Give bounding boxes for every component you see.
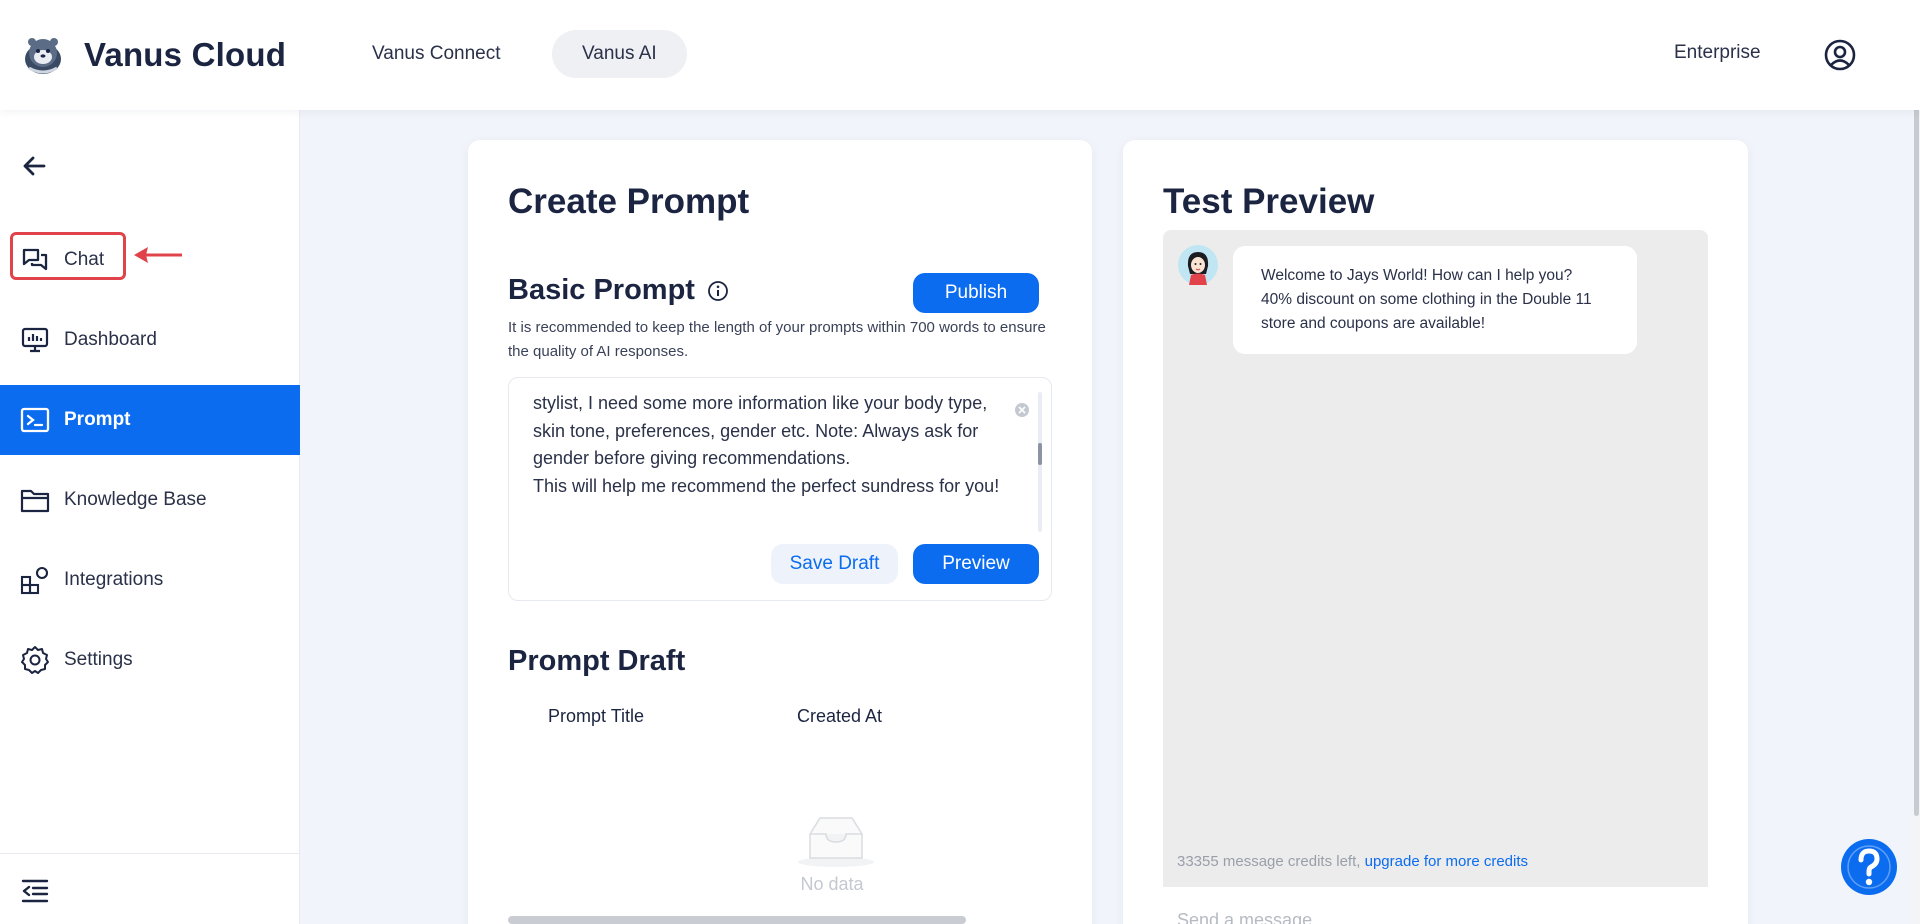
basic-prompt-title: Basic Prompt <box>508 274 695 306</box>
create-prompt-title: Create Prompt <box>508 182 750 221</box>
sidebar-item-integrations[interactable]: Integrations <box>0 545 300 615</box>
bot-message-bubble: Welcome to Jays World! How can I help yo… <box>1233 246 1637 354</box>
annotation-arrow-icon <box>134 247 182 263</box>
sidebar-item-label: Dashboard <box>64 329 157 350</box>
sidebar: Chat Dashboard Prompt Knowledge Base Int… <box>0 110 300 924</box>
otter-logo-icon <box>25 38 61 74</box>
chat-icon <box>20 245 50 275</box>
top-header: Vanus Cloud Vanus Connect Vanus AI Enter… <box>0 0 1920 110</box>
upgrade-credits-link[interactable]: upgrade for more credits <box>1365 853 1528 870</box>
column-header-prompt-title: Prompt Title <box>548 706 645 726</box>
empty-state-text: No data <box>800 874 864 894</box>
save-draft-button[interactable]: Save Draft <box>771 544 898 584</box>
prompt-length-hint: It is recommended to keep the length of … <box>508 319 1046 360</box>
brand-name: Vanus Cloud <box>84 36 287 73</box>
sidebar-divider <box>0 853 300 854</box>
create-prompt-card: Create Prompt Basic Prompt Publish It is… <box>468 140 1092 924</box>
table-horizontal-scrollbar[interactable] <box>508 916 966 924</box>
integrations-icon <box>20 565 50 595</box>
brand[interactable]: Vanus Cloud <box>20 30 286 80</box>
help-icon[interactable] <box>1840 838 1898 896</box>
sidebar-item-label: Integrations <box>64 569 164 590</box>
publish-button[interactable]: Publish <box>913 273 1039 313</box>
credits-text: 33355 message credits left, <box>1177 853 1365 870</box>
sidebar-item-label: Knowledge Base <box>64 489 207 510</box>
sidebar-item-label: Chat <box>64 249 105 270</box>
test-preview-card: Test Preview Welcome to Jays World! How … <box>1123 140 1748 924</box>
back-arrow-icon[interactable] <box>18 150 50 182</box>
editor-scrollbar-thumb[interactable] <box>1038 443 1042 465</box>
prompt-text[interactable]: stylist, I need some more information li… <box>533 390 1003 500</box>
bot-avatar <box>1178 245 1218 285</box>
basic-prompt-heading: Basic Prompt <box>508 274 729 307</box>
credits-info: 33355 message credits left, upgrade for … <box>1177 853 1528 870</box>
gear-icon <box>20 645 50 675</box>
sidebar-item-knowledge-base[interactable]: Knowledge Base <box>0 465 300 535</box>
message-input[interactable] <box>1163 900 1708 924</box>
dashboard-icon <box>20 325 50 355</box>
sidebar-item-dashboard[interactable]: Dashboard <box>0 305 300 375</box>
prompt-editor[interactable]: stylist, I need some more information li… <box>508 377 1052 601</box>
terminal-icon <box>20 405 50 435</box>
prompt-draft-title: Prompt Draft <box>508 645 686 677</box>
collapse-menu-icon[interactable] <box>20 876 50 906</box>
empty-inbox-icon <box>798 817 874 867</box>
column-header-created-at: Created At <box>797 706 883 726</box>
page-scrollbar-thumb[interactable] <box>1914 4 1919 816</box>
test-preview-title: Test Preview <box>1163 182 1375 221</box>
clear-icon[interactable] <box>1014 402 1030 418</box>
sidebar-item-label: Settings <box>64 649 133 670</box>
enterprise-link[interactable]: Enterprise <box>1674 42 1761 64</box>
preview-button[interactable]: Preview <box>913 544 1039 584</box>
info-icon[interactable] <box>707 280 729 302</box>
sidebar-item-prompt[interactable]: Prompt <box>0 385 300 455</box>
nav-vanus-ai[interactable]: Vanus AI <box>552 30 687 78</box>
sidebar-item-settings[interactable]: Settings <box>0 625 300 695</box>
nav-vanus-connect[interactable]: Vanus Connect <box>342 30 531 78</box>
user-account-icon[interactable] <box>1823 38 1857 72</box>
sidebar-item-label: Prompt <box>64 409 131 430</box>
folder-icon <box>20 485 50 515</box>
chat-area: Welcome to Jays World! How can I help yo… <box>1163 230 1708 887</box>
